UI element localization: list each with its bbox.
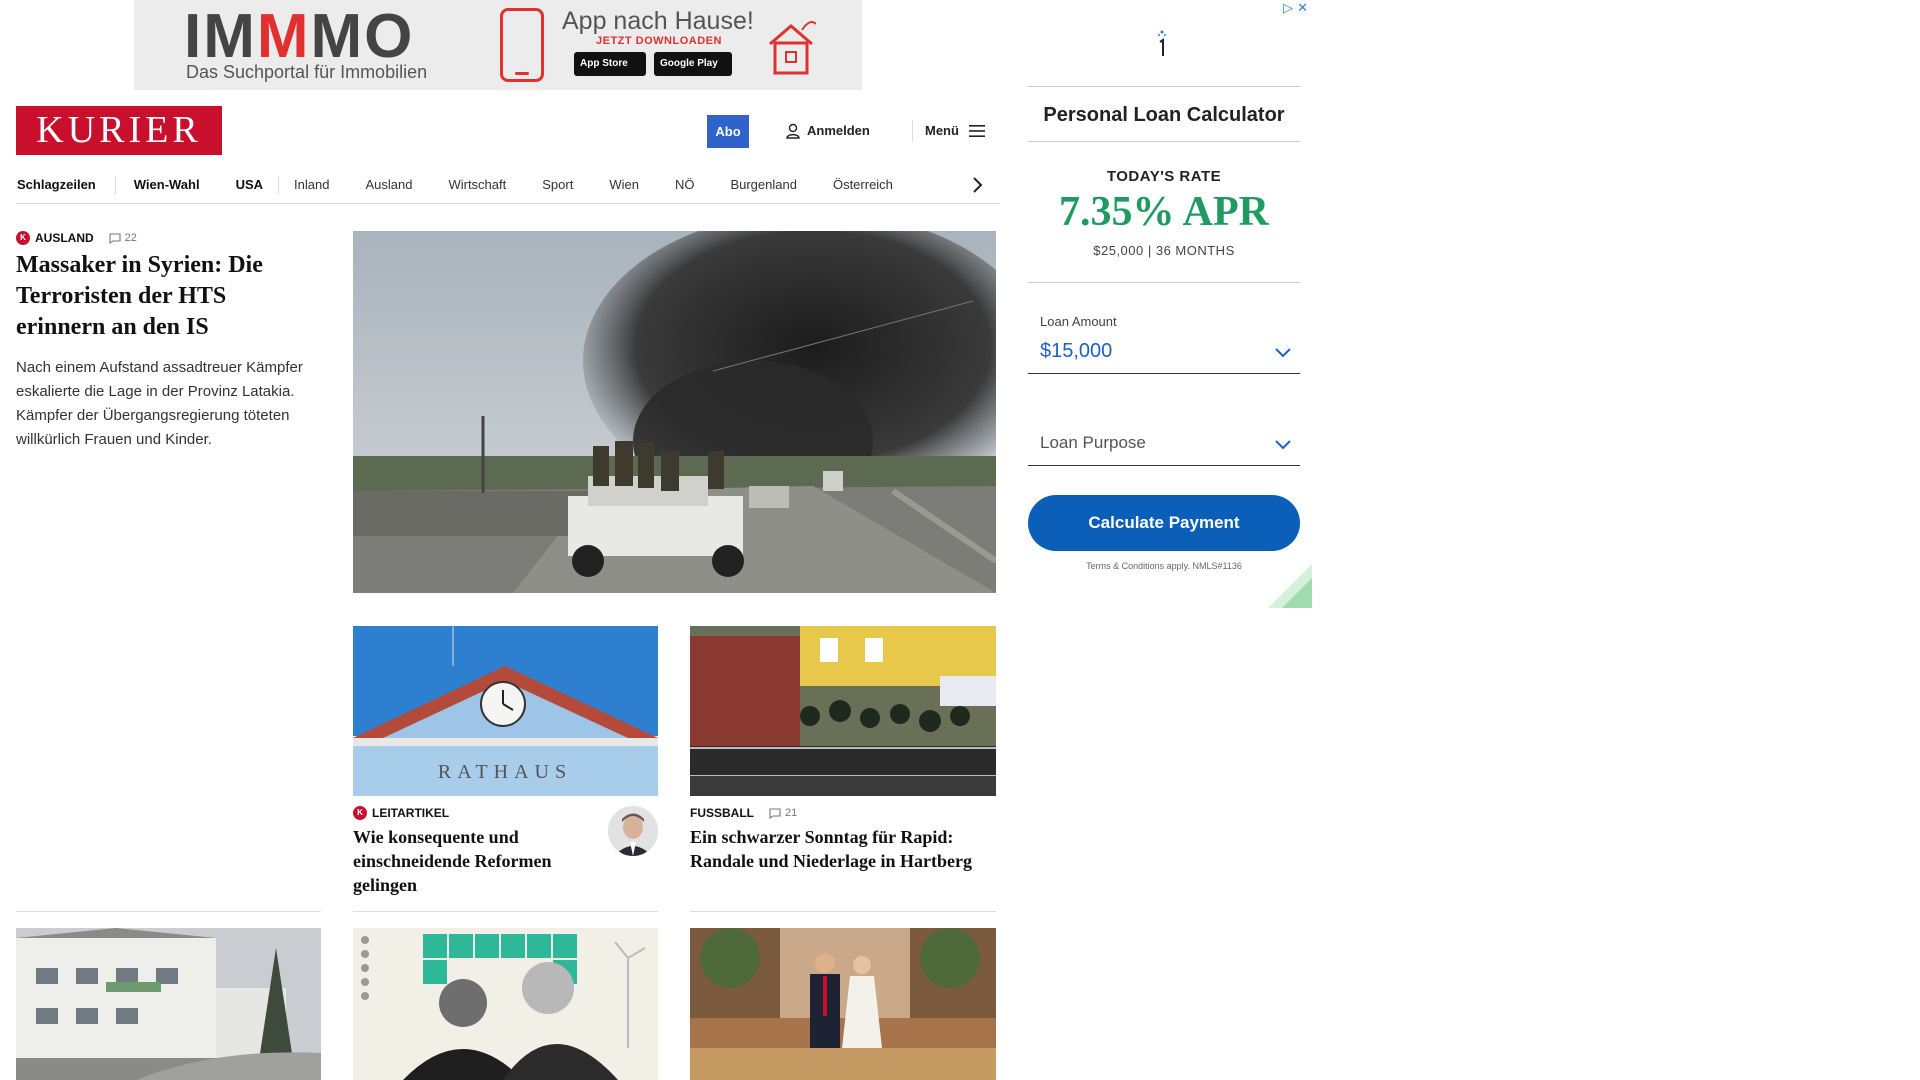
rate-label: TODAY'S RATE [1106,168,1222,185]
card-kicker-label: FUSSBALL [690,806,754,820]
lead-kicker-label: AUSLAND [35,231,94,245]
chevron-down-icon[interactable] [1274,347,1292,359]
lead-comments[interactable]: 22 [109,231,137,245]
abo-button[interactable]: Abo [707,115,749,148]
lead-comment-count: 22 [124,232,137,244]
rathaus-sign-text: RATHAUS [438,761,572,783]
hamburger-icon [968,125,985,137]
field-underline [1028,373,1300,374]
nav-item-wirtschaft[interactable]: Wirtschaft [448,175,506,195]
advertiser-logo-icon [1158,30,1166,56]
lead-kicker[interactable]: K AUSLAND 22 [16,231,137,245]
nav-item-noe[interactable]: NÖ [675,175,695,195]
nav-divider [278,175,280,194]
kurier-plus-icon: K [353,806,367,820]
nav-item-schlagzeilen[interactable]: Schlagzeilen [17,175,96,195]
calculate-payment-button[interactable]: Calculate Payment [1028,495,1300,551]
loan-calculator-ad[interactable]: ▷ ✕ Personal Loan Calculator TODAY'S RAT… [1014,0,1312,608]
ad-divider [1028,86,1300,87]
calculator-title: Personal Loan Calculator [1043,104,1285,126]
card-comments[interactable]: 21 [769,806,797,820]
stadium-photo-art [690,626,996,796]
ad-divider [1028,141,1300,142]
adchoices-icon[interactable]: ▷ ✕ [1283,2,1308,16]
menu-label: Menü [925,123,959,138]
card-image-building[interactable] [16,928,321,1080]
loan-amount-select[interactable]: $15,000 [1040,338,1112,364]
login-link[interactable]: Anmelden [786,121,870,141]
nav-item-usa[interactable]: USA [236,175,263,195]
lead-photo-art [353,231,996,593]
card-image-leitartikel[interactable]: RATHAUS [353,626,658,796]
decorative-corner [1268,564,1312,608]
comment-icon [769,807,781,819]
card-kicker-leitartikel[interactable]: K LEITARTIKEL [353,806,449,820]
banner-brand: IMMMO [184,2,415,71]
user-icon [786,123,800,139]
login-label: Anmelden [807,123,870,138]
banner-app-title: App nach Hause! [562,7,754,35]
nav-item-oesterreich[interactable]: Österreich [833,175,893,195]
card-comment-count: 21 [785,807,798,819]
phone-icon [500,8,544,82]
nav-item-burgenland[interactable]: Burgenland [730,175,797,195]
loan-amount-label: Loan Amount [1040,314,1117,329]
kurier-logo[interactable]: KURIER [16,106,222,155]
lead-headline[interactable]: Massaker in Syrien: Die Terroristen der … [16,250,316,343]
card-headline-fussball[interactable]: Ein schwarzer Sonntag für Rapid: Randale… [690,825,996,873]
row-divider [690,911,996,912]
terms-text[interactable]: Terms & Conditions apply. NMLS#1136 [1028,560,1300,572]
banner-tagline: Das Suchportal für Immobilien [186,62,428,82]
card-image-rohstoffe[interactable] [353,928,658,1080]
politics-photo-art [353,928,658,1080]
rate-details: $25,000 | 36 MONTHS [1093,243,1235,258]
field-underline [1028,465,1300,466]
menu-button[interactable]: Menü [925,121,985,141]
row-divider [353,911,658,912]
comment-icon [109,232,121,244]
author-avatar[interactable] [608,806,658,856]
card-kicker-label: LEITARTIKEL [372,806,450,820]
chevron-down-icon[interactable] [1274,439,1292,451]
nav-item-ausland[interactable]: Ausland [365,175,412,195]
rate-value: 7.35% APR [1059,189,1269,235]
chevron-right-icon[interactable] [970,176,984,194]
author-portrait-art [608,806,658,856]
top-banner-ad[interactable]: IMMMO Das Suchportal für Immobilien App … [134,0,862,90]
row-divider [16,911,321,912]
couple-photo-art [690,928,996,1080]
lead-image[interactable] [353,231,996,593]
nav-divider [114,175,116,194]
banner-app-cta: JETZT DOWNLOADEN [596,35,722,47]
nav-item-sport[interactable]: Sport [542,175,573,195]
header-divider [912,120,913,142]
ad-divider [1028,282,1300,283]
loan-purpose-select[interactable]: Loan Purpose [1040,432,1146,454]
app-store-badge[interactable]: App Store [574,52,646,76]
card-headline-leitartikel[interactable]: Wie konsequente und einschneidende Refor… [353,825,603,897]
nav-item-wien[interactable]: Wien [609,175,639,195]
card-image-trump[interactable] [690,928,996,1080]
nav-item-inland[interactable]: Inland [294,175,329,195]
card-kicker-fussball[interactable]: FUSSBALL 21 [690,806,797,820]
google-play-badge[interactable]: Google Play [654,52,732,76]
rathaus-photo-art: RATHAUS [353,626,658,796]
section-nav: Schlagzeilen Wien-Wahl USA Inland Auslan… [16,166,1000,204]
nav-item-wien-wahl[interactable]: Wien-Wahl [134,175,200,195]
house-icon [769,21,816,75]
building-photo-art [16,928,321,1080]
card-image-fussball[interactable] [690,626,996,796]
kurier-plus-icon: K [16,231,30,245]
lead-teaser[interactable]: Nach einem Aufstand assadtreuer Kämpfer … [16,356,321,452]
